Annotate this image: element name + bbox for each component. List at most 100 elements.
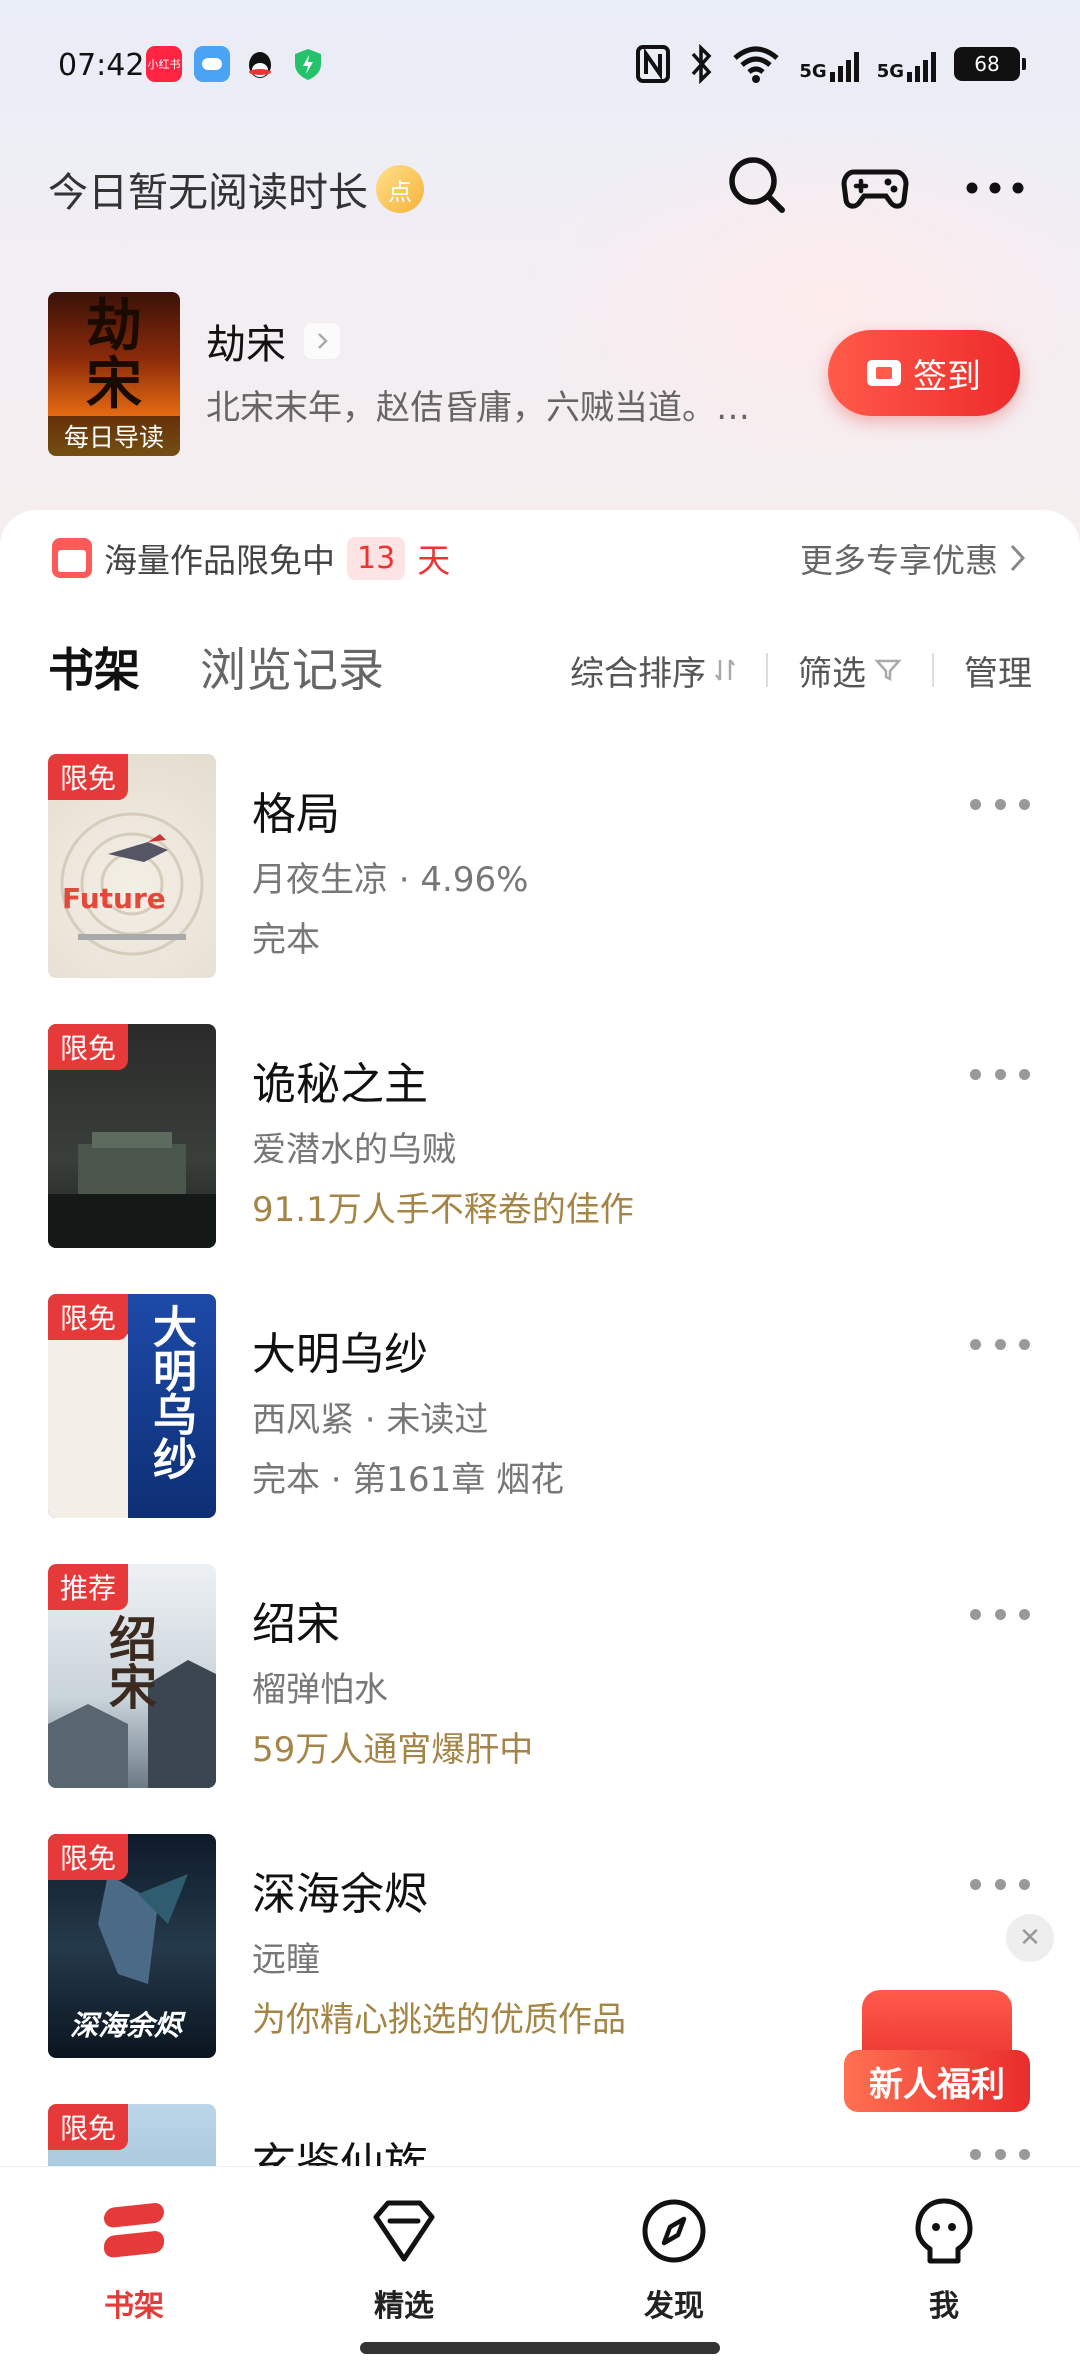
close-icon[interactable]: ✕	[1006, 1914, 1054, 1962]
book-badge: 推荐	[48, 1564, 129, 1610]
reading-status-text: 今日暂无阅读时长	[48, 170, 368, 216]
book-extra: 59万人通宵爆肝中	[252, 1730, 534, 1770]
wifi-icon	[733, 46, 780, 83]
signin-button[interactable]: 签到	[828, 330, 1020, 416]
nfc-icon	[636, 45, 671, 83]
book-extra: 完本	[252, 920, 320, 960]
tab-bookshelf[interactable]: 书架	[48, 634, 140, 700]
book-author: 西风紧 · 未读过	[252, 1400, 489, 1440]
more-icon[interactable]	[960, 150, 1030, 220]
divider	[932, 653, 934, 687]
nav-discover[interactable]: 发现	[594, 2195, 754, 2325]
daily-book-title[interactable]: 劫宋	[206, 312, 340, 370]
chevron-right-icon	[304, 323, 340, 359]
book-title: 格局	[252, 789, 340, 840]
daily-book-cover[interactable]: 劫宋 每日导读	[48, 292, 180, 456]
nav-featured[interactable]: 精选	[324, 2195, 484, 2325]
book-title: 诡秘之主	[252, 1059, 428, 1110]
promo-days: 13	[347, 536, 406, 580]
tab-history[interactable]: 浏览记录	[200, 634, 384, 700]
sort-label: 综合排序	[570, 653, 706, 694]
book-item[interactable]: 绍宋 推荐 绍宋 榴弹怕水 59万人通宵爆肝中	[0, 1564, 1080, 1788]
daily-book-description: 北宋末年，赵佶昏庸，六贼当道。…	[206, 388, 750, 428]
book-title: 玄鉴仙族	[252, 2139, 428, 2166]
more-offers-link[interactable]: 更多专享优惠	[800, 530, 1028, 586]
book-extra: 91.1万人手不释卷的佳作	[252, 1190, 634, 1230]
more-offers-text: 更多专享优惠	[800, 541, 998, 580]
signal-2: 5G	[877, 46, 936, 82]
filter-button[interactable]: 筛选	[798, 646, 902, 695]
book-more-icon[interactable]	[970, 1874, 1030, 1894]
book-item[interactable]: 限免 诡秘之主 爱潜水的乌贼 91.1万人手不释卷的佳作	[0, 1024, 1080, 1248]
signin-label: 签到	[913, 356, 981, 397]
battery-indicator: 68	[954, 47, 1026, 81]
book-cover[interactable]: 大明乌纱 限免	[48, 1294, 216, 1518]
book-more-icon[interactable]	[970, 2144, 1030, 2164]
book-badge: 限免	[48, 754, 129, 800]
daily-cover-title: 劫宋	[86, 294, 142, 417]
gift-label: 新人福利	[844, 2050, 1030, 2112]
book-cover[interactable]: 限免	[48, 1024, 216, 1248]
book-more-icon[interactable]	[970, 794, 1030, 814]
sort-button[interactable]: 综合排序	[570, 646, 736, 695]
nav-label: 我	[929, 2289, 959, 2324]
book-extra: 完本 · 第161章 烟花	[252, 1460, 565, 1500]
gamepad-icon[interactable]	[840, 150, 910, 220]
filter-icon	[874, 659, 902, 682]
book-author: 榴弹怕水	[252, 1670, 388, 1710]
book-extra: 为你精心挑选的优质作品	[252, 2000, 626, 2040]
sort-icon	[715, 659, 735, 681]
reading-status[interactable]: 今日暂无阅读时长 点	[48, 160, 424, 218]
diamond-icon	[368, 2195, 440, 2267]
status-time: 07:42	[58, 48, 145, 83]
shelf-tools: 综合排序 筛选 管理	[570, 642, 1032, 698]
nav-profile[interactable]: 我	[864, 2195, 1024, 2325]
cover-text: 绍宋	[100, 1614, 156, 1710]
book-title: 大明乌纱	[252, 1329, 428, 1380]
book-badge: 限免	[48, 2104, 129, 2150]
book-item[interactable]: 大明乌纱 限免 大明乌纱 西风紧 · 未读过 完本 · 第161章 烟花	[0, 1294, 1080, 1518]
search-icon[interactable]	[722, 150, 792, 220]
cover-text: 深海余烬	[70, 2009, 183, 2042]
promo-banner[interactable]: 海量作品限免中 13 天	[52, 530, 450, 586]
signal-1: 5G	[799, 46, 859, 82]
book-cover[interactable]: 深海余烬 限免	[48, 1834, 216, 2058]
compass-icon	[638, 2195, 710, 2267]
book-more-icon[interactable]	[970, 1334, 1030, 1354]
weather-icon	[194, 46, 230, 82]
coin-icon: 点	[376, 165, 424, 213]
bookshelf-icon	[98, 2195, 170, 2267]
security-icon	[290, 46, 326, 82]
book-badge: 限免	[48, 1294, 129, 1340]
nav-label: 精选	[374, 2289, 434, 2324]
promo-text: 海量作品限免中	[104, 541, 335, 580]
book-cover[interactable]: 绍宋 推荐	[48, 1564, 216, 1788]
book-author: 远瞳	[252, 1940, 320, 1980]
nav-bookshelf[interactable]: 书架	[54, 2195, 214, 2325]
calendar-icon	[52, 538, 92, 578]
book-cover[interactable]: Future 限免	[48, 754, 216, 978]
divider	[766, 653, 768, 687]
book-cover[interactable]: 限免	[48, 2104, 216, 2166]
manage-button[interactable]: 管理	[964, 646, 1032, 695]
ticket-icon	[867, 360, 901, 386]
book-item[interactable]: Future 限免 格局 月夜生凉 · 4.96% 完本	[0, 754, 1080, 978]
nav-label: 书架	[104, 2289, 164, 2324]
book-title: 深海余烬	[252, 1869, 428, 1920]
home-indicator[interactable]	[360, 2342, 720, 2354]
chevron-right-icon	[1010, 544, 1026, 572]
cover-text: Future	[62, 882, 166, 915]
shelf-tabs: 书架 浏览记录	[48, 636, 384, 700]
new-user-gift-button[interactable]: 新人福利	[844, 1990, 1030, 2120]
book-more-icon[interactable]	[970, 1604, 1030, 1624]
filter-label: 筛选	[798, 653, 866, 694]
book-author: 月夜生凉 · 4.96%	[252, 860, 529, 900]
cover-text: 大明乌纱	[145, 1304, 196, 1480]
daily-title-text: 劫宋	[206, 322, 286, 368]
promo-days-unit: 天	[417, 541, 451, 580]
profile-icon	[908, 2195, 980, 2267]
book-title: 绍宋	[252, 1599, 340, 1650]
book-badge: 限免	[48, 1834, 129, 1880]
bluetooth-icon	[692, 44, 712, 84]
book-more-icon[interactable]	[970, 1064, 1030, 1084]
